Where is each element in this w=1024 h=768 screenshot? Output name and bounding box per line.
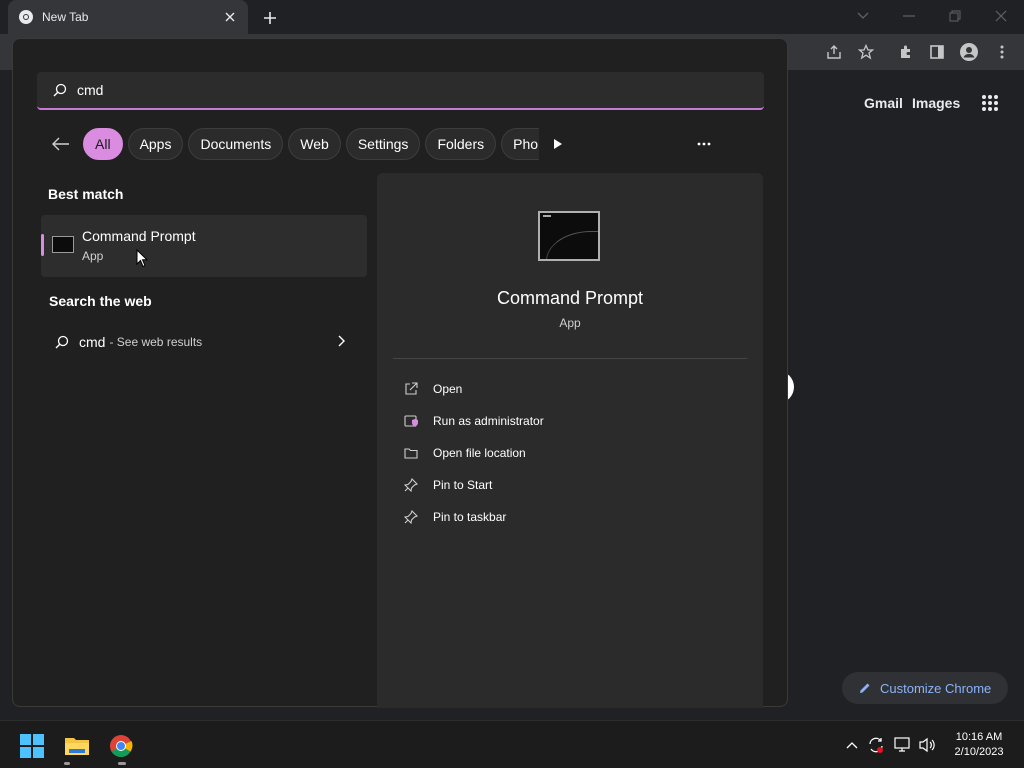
web-result-query: cmd [79, 334, 106, 350]
clock-time: 10:16 AM [955, 731, 1003, 743]
action-pin-to-start-label: Pin to Start [433, 478, 493, 492]
action-pin-to-taskbar[interactable]: Pin to taskbar [403, 506, 703, 528]
filter-settings[interactable]: Settings [345, 128, 421, 160]
close-tab-icon[interactable] [222, 9, 238, 25]
chrome-taskbar-icon[interactable] [108, 733, 134, 759]
web-result[interactable]: cmd - See web results [41, 327, 367, 357]
action-run-as-admin-label: Run as administrator [433, 414, 544, 428]
more-options-icon[interactable] [693, 135, 715, 153]
taskbar-clock[interactable]: 10:16 AM 2/10/2023 [940, 730, 1018, 760]
best-match-heading: Best match [48, 186, 124, 202]
folder-icon [403, 445, 419, 461]
show-hidden-icons-chevron-icon[interactable] [843, 736, 861, 754]
shield-icon [403, 413, 419, 429]
best-match-result[interactable]: Command Prompt App [41, 215, 367, 277]
web-result-suffix: - See web results [109, 335, 203, 349]
command-prompt-large-icon [538, 211, 600, 261]
chrome-menu-icon[interactable] [993, 43, 1011, 61]
customize-chrome-button[interactable]: Customize Chrome [842, 672, 1008, 704]
extensions-puzzle-icon[interactable] [897, 43, 915, 61]
network-icon[interactable] [894, 736, 912, 754]
scroll-filters-right-icon[interactable] [548, 134, 568, 154]
mouse-cursor-icon [136, 249, 148, 268]
bookmark-star-icon[interactable] [857, 43, 875, 61]
chevron-right-icon[interactable] [337, 335, 345, 347]
selection-indicator [41, 234, 44, 256]
action-pin-to-taskbar-label: Pin to taskbar [433, 510, 507, 524]
filter-bar: All Apps Documents Web Settings Folders … [49, 128, 568, 160]
filter-documents[interactable]: Documents [188, 128, 284, 160]
clock-date: 2/10/2023 [954, 746, 1004, 758]
google-apps-icon[interactable] [981, 94, 999, 112]
minimize-icon[interactable] [897, 6, 921, 26]
windows-start-icon[interactable] [19, 733, 45, 759]
command-prompt-icon [52, 236, 74, 253]
customize-chrome-label: Customize Chrome [880, 680, 992, 696]
detail-pane: Command Prompt App Open Run as administr… [377, 173, 763, 708]
chrome-running-indicator [118, 762, 126, 765]
filter-apps[interactable]: Apps [127, 128, 184, 160]
action-open-file-location[interactable]: Open file location [403, 442, 703, 464]
pin-icon [403, 477, 419, 493]
filter-folders[interactable]: Folders [425, 128, 497, 160]
action-open-file-location-label: Open file location [433, 446, 526, 460]
images-link[interactable]: Images [912, 95, 960, 111]
detail-divider [393, 358, 747, 359]
pencil-icon [858, 681, 880, 695]
side-panel-icon[interactable] [928, 43, 946, 61]
filter-web[interactable]: Web [288, 128, 341, 160]
explorer-running-indicator [64, 762, 70, 765]
restore-icon[interactable] [943, 6, 967, 26]
close-window-icon[interactable] [989, 6, 1013, 26]
new-tab-button[interactable] [260, 8, 280, 28]
best-match-type: App [82, 249, 104, 263]
chrome-favicon-icon [18, 9, 34, 25]
tab-new-tab[interactable]: New Tab [8, 0, 248, 34]
tab-strip: New Tab [0, 0, 1024, 34]
detail-type: App [559, 316, 581, 330]
filter-all[interactable]: All [83, 128, 123, 160]
action-open[interactable]: Open [403, 378, 703, 400]
open-external-icon [403, 381, 419, 397]
back-arrow-icon[interactable] [49, 132, 73, 156]
action-run-as-admin[interactable]: Run as administrator [403, 410, 703, 432]
filter-photos[interactable]: Pho [501, 128, 540, 160]
search-input[interactable]: cmd [37, 72, 764, 110]
profile-avatar-icon[interactable] [960, 43, 978, 61]
tab-search-chevron-icon[interactable] [851, 6, 875, 26]
search-web-heading: Search the web [49, 293, 152, 309]
file-explorer-icon[interactable] [64, 733, 90, 759]
web-search-icon [55, 335, 69, 349]
search-query-text: cmd [77, 82, 104, 98]
pin-icon [403, 509, 419, 525]
best-match-name: Command Prompt [82, 228, 196, 244]
action-open-label: Open [433, 382, 463, 396]
search-icon [53, 83, 67, 97]
sync-icon[interactable] [867, 736, 885, 754]
action-pin-to-start[interactable]: Pin to Start [403, 474, 703, 496]
tab-title: New Tab [42, 10, 89, 24]
taskbar: 10:16 AM 2/10/2023 [0, 720, 1024, 768]
volume-icon[interactable] [919, 736, 937, 754]
detail-title: Command Prompt [496, 288, 644, 308]
gmail-link[interactable]: Gmail [864, 95, 903, 111]
windows-search-panel: cmd All Apps Documents Web Settings Fold… [12, 38, 788, 708]
share-icon[interactable] [825, 43, 843, 61]
